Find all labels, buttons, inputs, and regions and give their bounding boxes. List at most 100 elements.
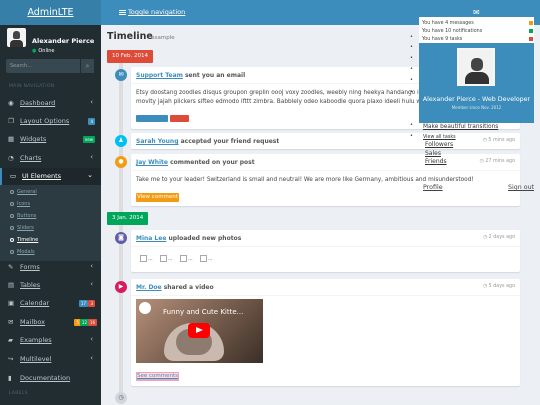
photo-thumbnail[interactable]: ... xyxy=(140,255,153,262)
app-logo[interactable]: AdminLTE xyxy=(0,0,101,25)
bullet: • xyxy=(410,89,413,95)
messages-dropdown: You have 4 messages You have 10 notifica… xyxy=(419,17,534,45)
sales-link[interactable]: Sales xyxy=(425,150,441,157)
badge: new xyxy=(82,136,95,143)
bullet: • xyxy=(410,122,413,128)
dropdown-line[interactable]: You have 9 tasks xyxy=(422,37,462,42)
sidebar-subitem-icons[interactable]: Icons xyxy=(10,201,30,207)
sidebar-item-documentation[interactable]: ▮ Documentation xyxy=(0,370,101,387)
search-icon[interactable]: ⌕ xyxy=(80,59,94,73)
video-camera-icon: ▶ xyxy=(115,281,127,293)
sidebar-item-label: Charts xyxy=(20,154,42,162)
sidebar-item-calendar[interactable]: ▣ Calendar 17 3 xyxy=(0,295,101,312)
chevron-left-icon: ‹ xyxy=(90,262,93,270)
envelope-icon: ✉ xyxy=(8,318,14,326)
sidebar-subitem-sliders[interactable]: Sliders xyxy=(10,225,34,231)
timeline-action: commented on your post xyxy=(170,159,255,166)
table-icon: ▤ xyxy=(8,281,15,289)
timestamp-text: 27 mins ago xyxy=(485,159,515,164)
user-link[interactable]: Mr. Doe xyxy=(136,284,162,291)
menu-icon xyxy=(119,9,126,15)
badge: 3 xyxy=(88,300,95,307)
profile-photo xyxy=(457,48,495,86)
photo-thumbnail[interactable]: ... xyxy=(180,255,193,262)
th-icon: ▦ xyxy=(8,135,15,143)
photo-thumbnail[interactable]: ... xyxy=(200,255,213,262)
view-comment-button[interactable]: View comment xyxy=(136,193,179,202)
envelope-icon[interactable]: ✉ xyxy=(473,8,480,17)
sidebar-item-mailbox[interactable]: ✉ Mailbox 5 12 16 xyxy=(0,314,101,331)
sign-out-button[interactable]: Sign out xyxy=(508,184,534,191)
friends-link[interactable]: Friends xyxy=(425,158,447,165)
sidebar-subitem-timeline[interactable]: Timeline xyxy=(10,237,38,243)
circle-icon xyxy=(10,189,14,194)
sidebar-item-widgets[interactable]: ▦ Widgets new xyxy=(0,131,101,148)
avatar xyxy=(7,28,26,47)
clock-icon: ◷ xyxy=(482,284,488,289)
divider xyxy=(131,295,520,296)
video-player[interactable]: Funny and Cute Kitte... xyxy=(136,299,263,363)
chevron-left-icon: ‹ xyxy=(90,153,93,161)
nav-header: MAIN NAVIGATION xyxy=(9,84,55,89)
circle-icon xyxy=(10,213,14,218)
sidebar-item-label: Documentation xyxy=(20,374,71,382)
timeline-item: Jay White commented on your post ◷ 27 mi… xyxy=(131,154,520,206)
video-title: Funny and Cute Kitte... xyxy=(163,308,244,316)
sidebar-item-ui-elements[interactable]: ▭ UI Elements ⌄ xyxy=(0,168,101,185)
edit-icon: ✎ xyxy=(8,263,14,271)
see-comments-button[interactable]: See comments xyxy=(136,372,180,381)
badge: 17 xyxy=(78,300,88,307)
profile-button[interactable]: Profile xyxy=(423,184,443,191)
sidebar-item-label: Widgets xyxy=(20,135,47,143)
dropdown-line[interactable]: You have 4 messages xyxy=(422,21,474,26)
timeline-header: Jay White commented on your post xyxy=(136,159,255,166)
user-panel: Alexander Pierce Online xyxy=(0,25,101,57)
user-dropdown: Alexander Pierce - Web Developer Member … xyxy=(419,43,534,123)
timeline-action: sent you an email xyxy=(184,72,246,79)
clock-icon: ◷ xyxy=(482,138,487,143)
task-link[interactable]: Make beautiful transitions xyxy=(423,124,498,130)
circle-icon xyxy=(10,249,14,254)
read-more-button[interactable] xyxy=(136,115,168,122)
user-link[interactable]: Sarah Young xyxy=(136,138,179,145)
play-icon[interactable] xyxy=(188,323,210,338)
timestamp-text: 2 days ago xyxy=(488,235,515,240)
clock-icon: ◷ xyxy=(482,235,488,240)
files-icon: ❐ xyxy=(8,117,14,125)
sidebar-subitem-general[interactable]: General xyxy=(10,189,37,195)
sidebar-subitem-buttons[interactable]: Buttons xyxy=(10,213,36,219)
sidebar-item-multilevel[interactable]: ↪ Multilevel ‹ xyxy=(0,351,101,368)
sidebar-toggle[interactable]: Toggle navigation xyxy=(119,8,185,16)
user-link[interactable]: Support Team xyxy=(136,72,183,79)
user-link[interactable]: Jay White xyxy=(136,159,168,166)
sidebar: Alexander Pierce Online Search... ⌕ MAIN… xyxy=(0,25,101,405)
timeline-header: Mr. Doe shared a video xyxy=(136,284,214,291)
sidebar-item-tables[interactable]: ▤ Tables ‹ xyxy=(0,277,101,294)
delete-button[interactable] xyxy=(170,115,189,122)
timeline-action: accepted your friend request xyxy=(180,138,280,145)
dropdown-line[interactable]: You have 10 notifications xyxy=(422,29,482,34)
photo-thumbnail[interactable]: ... xyxy=(160,255,173,262)
search-input[interactable]: Search... xyxy=(10,63,32,69)
book-icon: ▮ xyxy=(8,374,12,382)
member-since: Member since Nov. 2012 xyxy=(451,105,502,110)
timestamp-text: 5 mins ago xyxy=(488,138,515,143)
sidebar-subitem-label: Icons xyxy=(17,201,31,207)
followers-link[interactable]: Followers xyxy=(425,141,453,148)
sidebar-item-layout-options[interactable]: ❐ Layout Options 4 xyxy=(0,113,101,130)
sidebar-item-dashboard[interactable]: ◉ Dashboard ‹ xyxy=(0,95,101,112)
chevron-left-icon: ‹ xyxy=(90,280,93,288)
sidebar-subitem-modals[interactable]: Modals xyxy=(10,249,35,255)
sidebar-item-label: UI Elements xyxy=(22,172,62,180)
view-all-tasks-link[interactable]: View all tasks xyxy=(423,135,456,140)
user-link[interactable]: Mina Lee xyxy=(136,235,166,242)
sidebar-search[interactable]: Search... ⌕ xyxy=(6,59,94,73)
sidebar-subitem-label: Timeline xyxy=(17,237,39,243)
chevron-left-icon: ‹ xyxy=(90,335,93,343)
circle-icon xyxy=(10,201,14,206)
timestamp: ◷ 2 days ago xyxy=(483,235,515,240)
sidebar-item-charts[interactable]: ◔ Charts ‹ xyxy=(0,150,101,167)
folder-icon: ▰ xyxy=(8,336,13,344)
sidebar-item-examples[interactable]: ▰ Examples ‹ xyxy=(0,332,101,349)
sidebar-item-forms[interactable]: ✎ Forms ‹ xyxy=(0,259,101,276)
